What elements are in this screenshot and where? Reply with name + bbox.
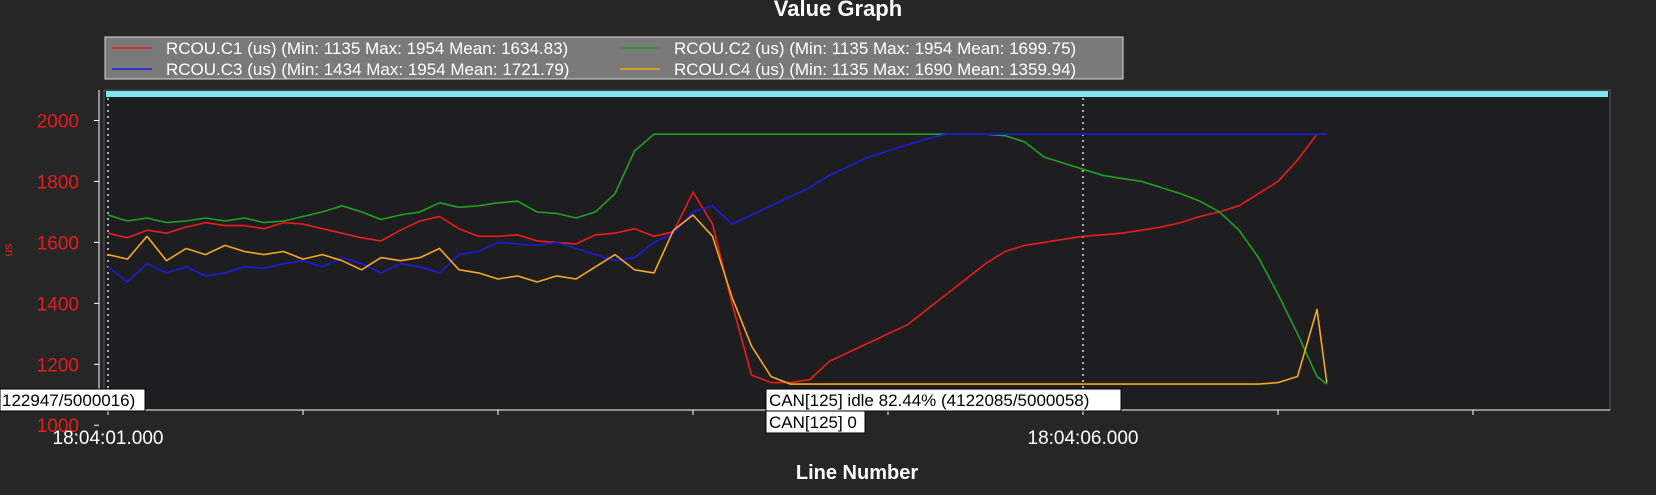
legend-entry-3: RCOU.C3 (us) (Min: 1434 Max: 1954 Mean: … (166, 60, 569, 79)
annotation-can-idle: CAN[125] idle 82.44% (4122085/5000058) (765, 388, 1122, 412)
y-tick-label-2000: 2000 (37, 111, 79, 132)
y-tick-label-1800: 1800 (37, 172, 79, 193)
legend-entry-1: RCOU.C1 (us) (Min: 1135 Max: 1954 Mean: … (166, 39, 568, 58)
x-tick-label-1: 18:04:01.000 (53, 428, 164, 449)
cursor-band (106, 91, 1608, 97)
legend-entry-2: RCOU.C2 (us) (Min: 1135 Max: 1954 Mean: … (674, 39, 1076, 58)
x-tick-label-2: 18:04:06.000 (1028, 428, 1139, 449)
legend: RCOU.C1 (us) (Min: 1135 Max: 1954 Mean: … (104, 36, 1124, 80)
legend-entry-4: RCOU.C4 (us) (Min: 1135 Max: 1690 Mean: … (674, 60, 1076, 79)
x-axis-label: Line Number (796, 462, 918, 484)
annotation-can-zero-text: CAN[125] 0 (769, 413, 857, 432)
annotation-left-text: 122947/5000016) (2, 391, 135, 410)
plot-area (103, 89, 1611, 411)
annotation-can-zero: CAN[125] 0 (765, 410, 866, 434)
chart-title: Value Graph (774, 0, 902, 21)
y-axis-label: us (1, 244, 15, 257)
annotation-left: 122947/5000016) (0, 388, 146, 412)
y-tick-label-1400: 1400 (37, 294, 79, 315)
y-tick-label-1200: 1200 (37, 355, 79, 376)
annotation-can-idle-text: CAN[125] idle 82.44% (4122085/5000058) (769, 391, 1089, 410)
value-graph-chart: Value Graph RCOU.C1 (us) (Min: 1135 Max:… (0, 0, 1611, 484)
y-tick-label-1600: 1600 (37, 233, 79, 254)
